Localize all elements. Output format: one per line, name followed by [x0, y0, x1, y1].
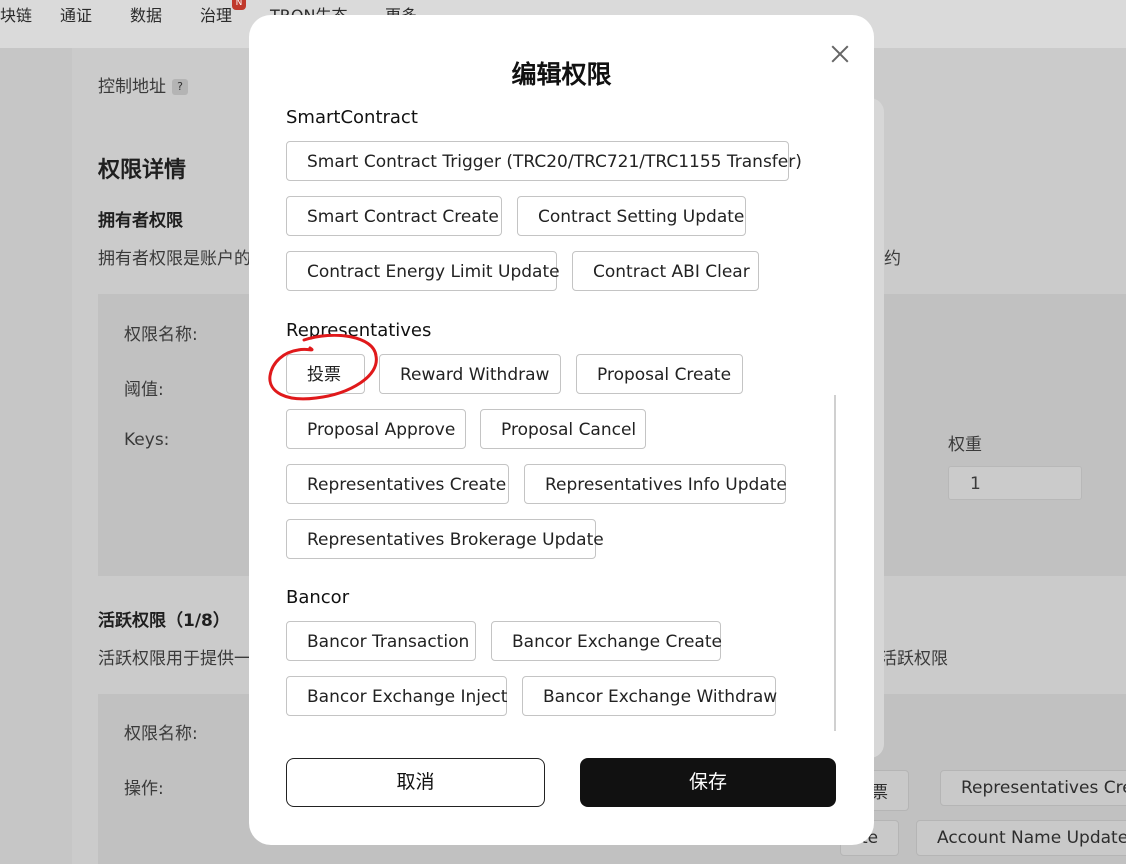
close-icon[interactable]: [829, 43, 851, 65]
chip-contract-abi-clear[interactable]: Contract ABI Clear: [572, 251, 759, 291]
active-permission-desc: 活跃权限用于提供一: [98, 649, 251, 669]
chip-contract-energy-limit-update[interactable]: Contract Energy Limit Update: [286, 251, 560, 291]
owner-permission-desc: 拥有者权限是账户的: [98, 249, 251, 269]
perm-name-label-2: 权限名称:: [124, 724, 198, 744]
nav-item-chain[interactable]: 块链: [0, 2, 32, 26]
owner-permission-heading: 拥有者权限: [98, 211, 183, 231]
nav-item-data[interactable]: 数据: [130, 2, 162, 26]
operation-label: 操作:: [124, 779, 164, 799]
chip-representatives-brokerage-update[interactable]: Representatives Brokerage Update: [286, 519, 604, 559]
edit-permission-modal: 编辑权限 SmartContract Smart Contract Trigge…: [249, 15, 874, 845]
bg-chip-account-name-update[interactable]: Account Name Update: [916, 820, 1126, 856]
chip-reward-withdraw[interactable]: Reward Withdraw: [379, 354, 561, 394]
help-icon[interactable]: ?: [172, 79, 188, 95]
chip-contract-setting-update[interactable]: Contract Setting Update: [517, 196, 746, 236]
weight-value: 1: [970, 474, 981, 494]
threshold-label: 阈值:: [124, 380, 164, 400]
weight-input[interactable]: [948, 466, 1082, 500]
red-circle-annotation: [268, 334, 378, 401]
weight-label: 权重: [948, 435, 982, 455]
chip-bancor-transaction[interactable]: Bancor Transaction: [286, 621, 476, 661]
save-button[interactable]: 保存: [580, 758, 836, 807]
permission-details-heading: 权限详情: [98, 158, 187, 183]
cancel-button[interactable]: 取消: [286, 758, 545, 807]
bg-chip-representatives-create[interactable]: Representatives Crea: [940, 770, 1126, 806]
modal-title: 编辑权限: [511, 60, 612, 89]
chip-representatives-create[interactable]: Representatives Create: [286, 464, 509, 504]
chip-proposal-cancel[interactable]: Proposal Cancel: [480, 409, 646, 449]
chip-smart-contract-trigger[interactable]: Smart Contract Trigger (TRC20/TRC721/TRC…: [286, 141, 802, 181]
nav-item-governance[interactable]: 治理: [200, 2, 232, 26]
chip-bancor-exchange-create[interactable]: Bancor Exchange Create: [491, 621, 722, 661]
section-title-bancor: Bancor: [286, 587, 350, 608]
modal-scrollbar[interactable]: [834, 395, 836, 731]
perm-name-label: 权限名称:: [124, 325, 198, 345]
chip-smart-contract-create[interactable]: Smart Contract Create: [286, 196, 502, 236]
chip-bancor-exchange-withdraw[interactable]: Bancor Exchange Withdraw: [522, 676, 777, 716]
owner-permission-desc-tail: 约: [884, 249, 901, 269]
section-title-smartcontract: SmartContract: [286, 107, 418, 128]
chip-proposal-create[interactable]: Proposal Create: [576, 354, 743, 394]
new-badge: N: [232, 0, 246, 10]
active-permission-heading: 活跃权限（1/8）: [98, 611, 230, 631]
chip-representatives-info-update[interactable]: Representatives Info Update: [524, 464, 787, 504]
chip-proposal-approve[interactable]: Proposal Approve: [286, 409, 466, 449]
nav-item-tokens[interactable]: 通证: [60, 2, 92, 26]
active-permission-desc-tail: 活跃权限: [880, 649, 948, 669]
keys-label: Keys:: [124, 430, 170, 450]
chip-bancor-exchange-inject[interactable]: Bancor Exchange Inject: [286, 676, 507, 716]
control-address-label: 控制地址?: [98, 72, 188, 97]
